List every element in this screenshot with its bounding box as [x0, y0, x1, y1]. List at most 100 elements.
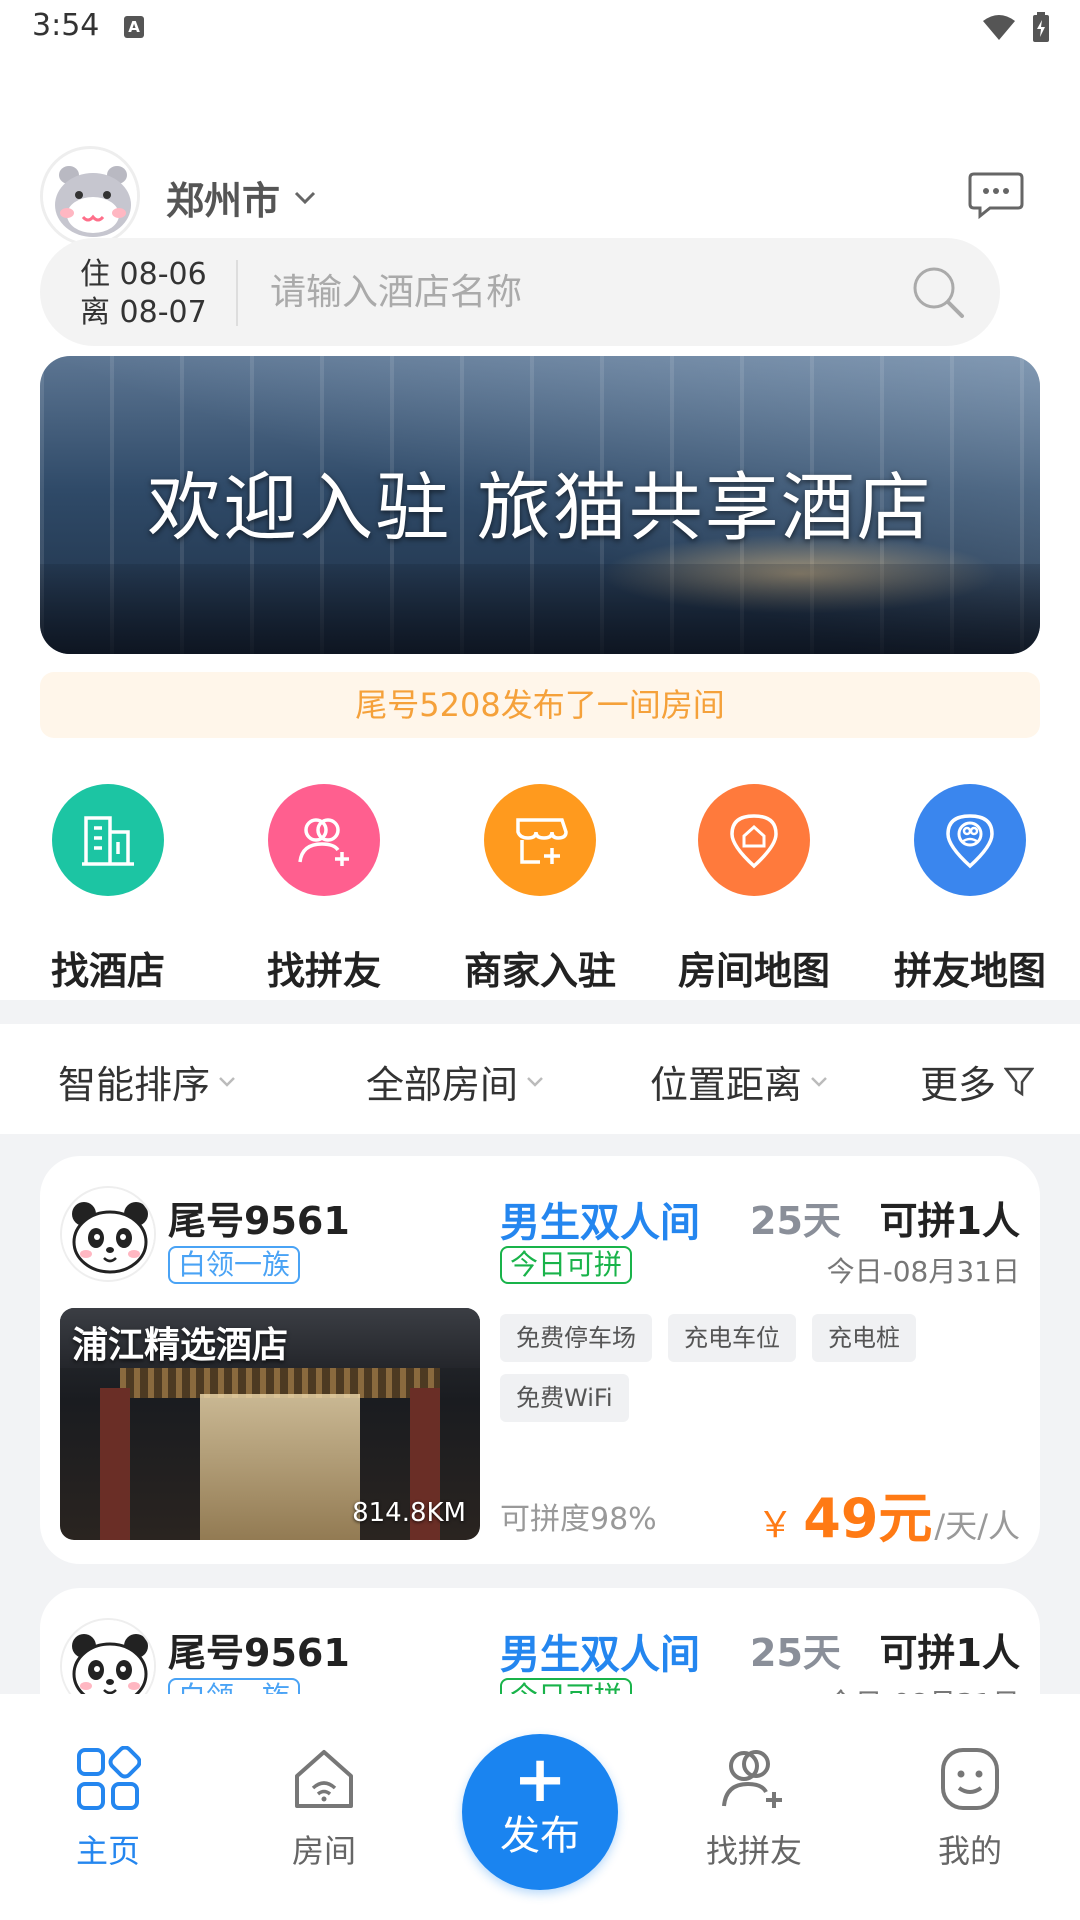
filter-all-rooms[interactable]: 全部房间: [366, 1054, 544, 1109]
map-pin-home-icon: [730, 814, 778, 869]
filter-label: 位置距离: [650, 1063, 803, 1107]
search-bar: 住 08-06 离 08-07: [40, 238, 1000, 346]
building-icon: [82, 816, 134, 866]
quick-nav-label: 房间地图: [677, 949, 830, 993]
user-tag-badge: 白领一族: [168, 1246, 301, 1284]
price-unit: /天/人: [934, 1507, 1020, 1545]
chevron-down-icon: [219, 1076, 235, 1087]
filter-label: 更多: [920, 1063, 997, 1107]
tab-rooms[interactable]: 房间: [244, 1746, 404, 1872]
room-list: 尾号9561 白领一族 男生双人间 25天 可拼1人 今日可拼 今日-08月31…: [0, 1134, 1080, 1694]
tab-find-mates[interactable]: 找拼友: [674, 1746, 834, 1872]
photo-pillar: [100, 1388, 130, 1540]
tab-home[interactable]: 主页: [28, 1745, 188, 1872]
user-avatar: [60, 1186, 156, 1282]
message-icon[interactable]: [968, 170, 1024, 220]
tab-label: 我的: [937, 1832, 1002, 1870]
smiley-face-icon: [941, 1748, 999, 1810]
quick-nav-icon-bg: [698, 784, 810, 896]
hippo-avatar-icon: [43, 149, 137, 243]
mates-available: 可拼1人: [879, 1631, 1020, 1675]
price-currency: ￥: [757, 1505, 794, 1546]
user-avatar: [60, 1618, 156, 1694]
hotel-name: 浦江精选酒店: [72, 1325, 289, 1366]
section-divider: [0, 1000, 1080, 1024]
banner-text: 欢迎入驻 旅猫共享酒店: [147, 465, 933, 551]
status-time: 3:54: [32, 8, 100, 43]
quick-nav-label: 找拼友: [266, 949, 381, 993]
search-divider: [236, 260, 238, 326]
publish-button[interactable]: + 发布: [462, 1734, 618, 1890]
room-type: 男生双人间: [500, 1200, 700, 1246]
quick-nav-merchant-join[interactable]: 商家入驻: [440, 784, 640, 995]
chevron-down-icon: [527, 1076, 543, 1087]
tab-label: 找拼友: [705, 1832, 802, 1870]
quick-nav-icon-bg: [914, 784, 1026, 896]
stay-days: 25天: [750, 1199, 841, 1243]
quick-nav-icon-bg: [484, 784, 596, 896]
photo-lobby: [200, 1394, 360, 1540]
promo-banner[interactable]: 欢迎入驻 旅猫共享酒店: [40, 356, 1040, 654]
card-user-name: 尾号9561: [168, 1199, 350, 1243]
room-card[interactable]: 尾号9561 白领一族 男生双人间 25天 可拼1人 今日可拼 今日-08月31…: [40, 1588, 1040, 1694]
house-wifi-icon: [295, 1750, 353, 1808]
tab-label: 房间: [291, 1832, 356, 1870]
status-bar: 3:54 A: [0, 0, 1080, 56]
funnel-icon: [1004, 1067, 1035, 1096]
price: ￥ 49元 /天/人: [757, 1474, 1020, 1553]
quick-nav-mate-map[interactable]: 拼友地图: [870, 784, 1070, 995]
city-selector[interactable]: 郑州市: [166, 170, 316, 225]
notification-icon: A: [124, 16, 144, 38]
add-friend-icon: [722, 1750, 782, 1808]
checkout-date: 离 08-07: [80, 295, 207, 330]
tab-label: 主页: [75, 1832, 140, 1870]
amenity-tag: 免费停车场: [500, 1314, 652, 1362]
filter-bar: 智能排序 全部房间 位置距离 更多: [0, 1024, 1080, 1134]
home-grid-icon: [77, 1745, 142, 1810]
amenity-tag: 充电车位: [668, 1314, 796, 1362]
today-available-badge: 今日可拼: [500, 1678, 633, 1694]
filter-label: 全部房间: [366, 1063, 519, 1107]
panda-avatar-icon: [62, 1188, 154, 1280]
mates-available: 可拼1人: [879, 1199, 1020, 1243]
quick-nav-label: 拼友地图: [893, 949, 1046, 993]
amenity-tag: 充电桩: [812, 1314, 916, 1362]
room-type: 男生双人间: [500, 1632, 700, 1678]
today-available-badge: 今日可拼: [500, 1246, 633, 1284]
chevron-down-icon: [811, 1076, 827, 1087]
date-picker[interactable]: 住 08-06 离 08-07: [80, 256, 207, 332]
battery-icon: [1033, 12, 1049, 42]
city-name: 郑州市: [166, 179, 281, 223]
card-user-name: 尾号9561: [168, 1631, 350, 1675]
quick-nav-room-map[interactable]: 房间地图: [654, 784, 854, 995]
search-input[interactable]: [270, 268, 890, 316]
quick-nav-find-mates[interactable]: 找拼友: [224, 784, 424, 995]
user-tag-badge: 白领一族: [168, 1678, 301, 1694]
quick-nav-icon-bg: [268, 784, 380, 896]
search-icon[interactable]: [910, 264, 966, 320]
map-pin-people-icon: [946, 814, 994, 869]
user-avatar[interactable]: [40, 146, 140, 246]
filter-distance[interactable]: 位置距离: [650, 1054, 828, 1109]
quick-nav-icon-bg: [52, 784, 164, 896]
filter-more[interactable]: 更多: [920, 1054, 1035, 1109]
quick-nav: 找酒店 找拼友 商家入驻 房间地图 拼友地图: [0, 784, 1080, 994]
date-range: 今日-08月31日: [826, 1255, 1020, 1288]
amenity-list: 免费停车场 充电车位 充电桩 免费WiFi: [500, 1314, 1020, 1422]
plus-icon: +: [513, 1743, 567, 1817]
quick-nav-label: 商家入驻: [463, 949, 616, 993]
app-screen: 3:54 A 郑州市 住 08-06 离 08-07 请输入酒店名称 欢迎入驻 …: [0, 0, 1080, 1920]
tab-mine[interactable]: 我的: [890, 1746, 1050, 1872]
panda-avatar-icon: [62, 1620, 154, 1694]
hotel-photo[interactable]: 浦江精选酒店 814.8KM: [60, 1308, 480, 1540]
store-add-icon: [516, 818, 568, 864]
room-card[interactable]: 尾号9561 白领一族 男生双人间 25天 可拼1人 今日可拼 今日-08月31…: [40, 1156, 1040, 1564]
price-value: 49元: [803, 1487, 933, 1550]
quick-nav-find-hotel[interactable]: 找酒店: [8, 784, 208, 995]
filter-smart-sort[interactable]: 智能排序: [58, 1054, 236, 1109]
notice-bar[interactable]: 尾号5208发布了一间房间: [40, 672, 1040, 738]
checkin-date: 住 08-06: [80, 257, 207, 292]
status-icons: [982, 12, 1050, 42]
banner-floor: [40, 564, 1040, 654]
quick-nav-label: 找酒店: [50, 949, 165, 993]
